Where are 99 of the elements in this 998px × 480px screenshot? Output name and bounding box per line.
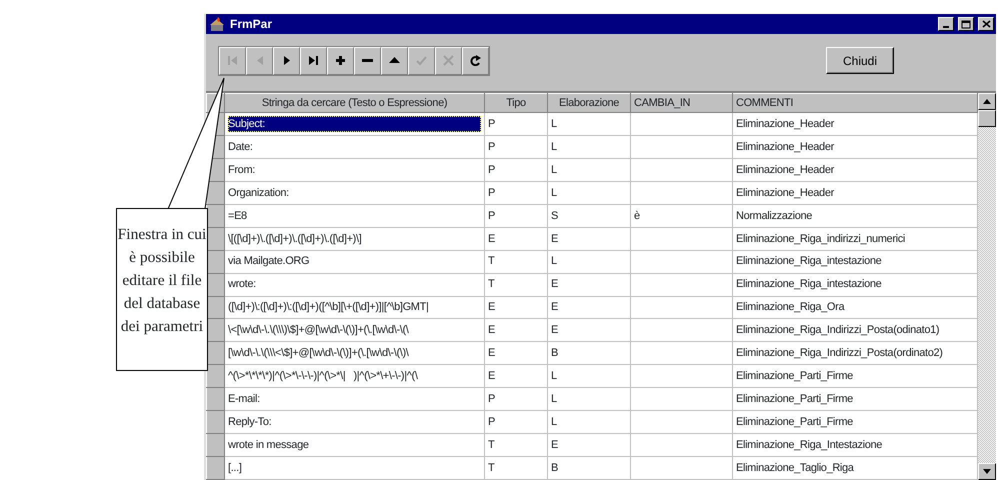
cell-text: Eliminazione_Parti_Firme: [736, 416, 853, 428]
cell-text: L: [551, 370, 557, 382]
cell-text: Organization:: [228, 186, 289, 199]
cell-text: P: [488, 118, 495, 130]
cell-text: \<[\w\d\-\.\(\\\)\$]+@[\w\d\-\(\)]+(\.[\w\d\-\(\: [228, 324, 408, 336]
cell-text: wrote in message: [228, 438, 309, 451]
cell-text: E: [551, 324, 558, 336]
cell-text: Eliminazione_Riga_intestazione: [736, 278, 882, 290]
first-record-icon: [227, 55, 238, 66]
cell-text: Eliminazione_Parti_Firme: [736, 370, 853, 382]
maximize-button[interactable]: [958, 17, 974, 31]
cell-text: Eliminazione_Header: [736, 118, 834, 130]
column-header[interactable]: Tipo: [484, 94, 548, 113]
cell-text: \[([\d]+)\.([\d]+)\.([\d]+)\.([\d]+)\]: [228, 232, 362, 244]
cell-text: Eliminazione_Header: [736, 186, 834, 199]
cell-text: S: [551, 210, 558, 222]
cell-text: B: [551, 347, 558, 360]
cell-text: L: [551, 392, 557, 405]
cell-text: Eliminazione_Riga_Ora: [736, 301, 844, 314]
cell-text: Date:: [228, 140, 253, 153]
scroll-down-button[interactable]: [978, 463, 996, 480]
column-header[interactable]: COMMENTI: [732, 94, 978, 113]
cell-text: ^(\>*\*\*\*)|^(\>*\-\-\-)|^(\>*\| )|^(\>*\+\-\-)|^(\: [228, 370, 418, 382]
cell-text: E: [488, 301, 495, 314]
triangle-up-button[interactable]: [381, 46, 408, 74]
minus-button[interactable]: [354, 46, 381, 74]
app-icon: [208, 16, 226, 32]
cell-text: P: [488, 140, 495, 153]
play-icon: [281, 55, 292, 66]
cell-text: Subject:: [228, 116, 481, 132]
cell-text: E: [488, 232, 495, 244]
cell-text: E: [551, 278, 558, 290]
cell-text: [...]: [228, 462, 242, 474]
cell-text: T: [488, 438, 494, 451]
close-button[interactable]: [978, 17, 994, 31]
cell-text: From:: [228, 164, 255, 176]
cell-text: P: [488, 416, 495, 428]
cell-text: Normalizzazione: [736, 210, 812, 222]
cell-text: L: [551, 118, 557, 130]
triangle-up-icon: [389, 55, 400, 66]
triangle-down-icon: [983, 469, 991, 474]
cell-text: Eliminazione_Riga_Indirizzi_Posta(odinato1): [736, 324, 940, 336]
last-record-button[interactable]: [300, 46, 327, 74]
cell-text: L: [551, 164, 557, 176]
cell-text: T: [488, 255, 494, 268]
cell-text: P: [488, 392, 495, 405]
checkmark-icon: [416, 55, 427, 66]
cell-text: L: [551, 186, 557, 199]
column-header[interactable]: CAMBIA_IN: [630, 94, 732, 113]
cell-text: P: [488, 210, 495, 222]
cell-text: Eliminazione_Header: [736, 140, 834, 153]
cell-text: è: [634, 210, 640, 222]
scroll-up-button[interactable]: [978, 93, 996, 110]
cell-text: Eliminazione_Riga_indirizzi_numerici: [736, 232, 905, 244]
cell-text: Reply-To:: [228, 416, 272, 428]
minimize-button[interactable]: [938, 17, 954, 31]
cell-text: E: [551, 232, 558, 244]
scroll-thumb[interactable]: [978, 110, 996, 127]
cell-text: L: [551, 416, 557, 428]
cell-text: [\w\d\-\.\(\\\<\$]+@[\w\d\-\(\)]+(\.[\w\d\-\(\)\: [228, 347, 408, 360]
x-icon: [443, 55, 454, 66]
cell-text: B: [551, 462, 558, 474]
cell-text: L: [551, 255, 557, 268]
cell-text: T: [488, 462, 494, 474]
close-form-button[interactable]: Chiudi: [826, 47, 894, 74]
callout-text: Finestra in cui è possibile editare il file del database dei parametri: [116, 208, 208, 371]
cell-text: T: [488, 278, 494, 290]
refresh-button[interactable]: [462, 46, 489, 74]
cell-text: P: [488, 186, 495, 199]
cell-text: E-mail:: [228, 392, 260, 405]
column-header[interactable]: Stringa da cercare (Testo o Espressione): [224, 94, 484, 113]
cell-text: Eliminazione_Header: [736, 164, 834, 176]
cell-text: Eliminazione_Riga_Intestazione: [736, 438, 882, 451]
play-button[interactable]: [273, 46, 300, 74]
window-title: FrmPar: [230, 16, 272, 33]
maximize-icon: [961, 20, 971, 28]
cell-text: E: [551, 301, 558, 314]
cell-text: L: [551, 140, 557, 153]
refresh-icon: [470, 55, 481, 66]
cell-text: via Mailgate.ORG: [228, 255, 310, 268]
cell-text: P: [488, 164, 495, 176]
cell-text: wrote:: [228, 278, 256, 290]
plus-icon: [335, 55, 346, 66]
cell-text: E: [488, 370, 495, 382]
cell-text: Eliminazione_Riga_Indirizzi_Posta(ordinato2): [736, 347, 943, 360]
cell-text: Eliminazione_Riga_intestazione: [736, 255, 882, 268]
scrollbar[interactable]: [978, 93, 996, 480]
cell-text: E: [488, 324, 495, 336]
last-record-icon: [308, 55, 319, 66]
cell-text: ([\d]+)\:([\d]+)\:([\d]+)([^\b][\+([\d]+)]|[^\b]GMT|: [228, 301, 428, 314]
cell-text: E: [551, 438, 558, 451]
column-header[interactable]: Elaborazione: [548, 94, 630, 113]
cell-text: E: [488, 347, 495, 360]
cell-text: =E8: [228, 210, 247, 222]
cell-text: Eliminazione_Taglio_Riga: [736, 462, 854, 474]
close-icon: [982, 20, 990, 28]
plus-button[interactable]: [327, 46, 354, 74]
cell-text: Eliminazione_Parti_Firme: [736, 392, 853, 405]
triangle-up-icon: [983, 99, 991, 104]
